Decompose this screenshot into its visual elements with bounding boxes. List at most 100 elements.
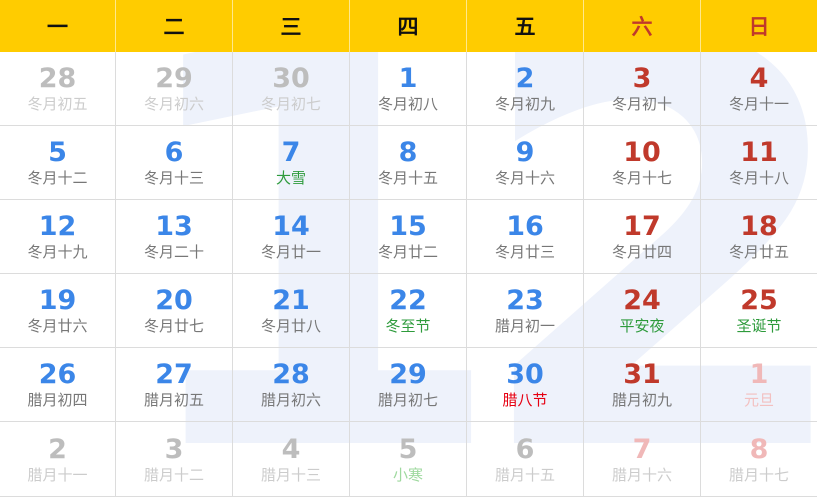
day-number: 7 — [632, 433, 652, 465]
day-cell[interactable]: 16 冬月廿三 — [467, 200, 584, 274]
day-cell[interactable]: 14 冬月廿一 — [233, 200, 350, 274]
day-cell[interactable]: 19 冬月廿六 — [0, 274, 116, 348]
lunar-date: 冬月廿八 — [260, 317, 321, 335]
day-number: 18 — [740, 211, 778, 242]
day-cell[interactable]: 26 腊月初四 — [0, 348, 116, 422]
day-number: 9 — [515, 137, 535, 168]
weekday-header-6: 六 — [584, 0, 701, 52]
day-number: 25 — [740, 285, 778, 316]
weekday-header-3: 三 — [233, 0, 350, 52]
day-number: 6 — [515, 433, 535, 465]
lunar-date: 冬月十二 — [27, 169, 88, 187]
lunar-date: 腊月十三 — [260, 465, 321, 484]
day-cell[interactable]: 15 冬月廿二 — [350, 200, 467, 274]
day-cell[interactable]: 8 腊月十七 — [701, 422, 817, 497]
day-number: 3 — [632, 63, 652, 94]
day-cell[interactable]: 11 冬月十八 — [701, 126, 817, 200]
day-cell[interactable]: 29 冬月初六 — [116, 52, 233, 126]
day-cell[interactable]: 5 小寒 — [350, 422, 467, 497]
day-number: 5 — [48, 137, 67, 168]
day-cell[interactable]: 1 元旦 — [701, 348, 817, 422]
day-cell[interactable]: 2 冬月初九 — [467, 52, 584, 126]
day-number: 22 — [389, 285, 427, 316]
lunar-date: 腊月十七 — [728, 465, 789, 484]
day-cell[interactable]: 5 冬月十二 — [0, 126, 116, 200]
day-number: 2 — [515, 63, 535, 94]
day-number: 14 — [272, 211, 310, 242]
day-number: 6 — [164, 137, 184, 168]
lunar-date: 腊月十二 — [143, 465, 204, 484]
day-cell[interactable]: 29 腊月初七 — [350, 348, 467, 422]
weekday-header-1: 一 — [0, 0, 116, 52]
day-number: 29 — [155, 63, 193, 94]
day-cell[interactable]: 7 大雪 — [233, 126, 350, 200]
day-cell[interactable]: 4 冬月十一 — [701, 52, 817, 126]
lunar-date: 腊月十六 — [611, 465, 672, 484]
day-number: 17 — [623, 211, 661, 242]
lunar-date: 腊月初九 — [611, 391, 672, 409]
festival-label: 元旦 — [743, 391, 774, 409]
solar-term-label: 冬至节 — [385, 317, 431, 335]
day-number: 28 — [272, 359, 310, 390]
day-cell[interactable]: 3 腊月十二 — [116, 422, 233, 497]
solar-term-label: 大雪 — [275, 169, 306, 187]
weekday-header-7: 日 — [748, 15, 770, 39]
lunar-date: 腊月初一 — [494, 317, 555, 335]
day-cell[interactable]: 2 腊月十一 — [0, 422, 116, 497]
day-cell[interactable]: 6 腊月十五 — [467, 422, 584, 497]
month-calendar: 12 一二三四五六日 28 冬月初五 29 冬月初六 30 冬月初七 1 冬月初八 2 冬月初九 3… — [0, 0, 817, 497]
day-cell[interactable]: 12 冬月十九 — [0, 200, 116, 274]
day-cell[interactable]: 31 腊月初九 — [584, 348, 701, 422]
solar-term-label: 平安夜 — [619, 317, 665, 335]
day-cell[interactable]: 22 冬至节 — [350, 274, 467, 348]
day-cell[interactable]: 13 冬月二十 — [116, 200, 233, 274]
day-cell[interactable]: 6 冬月十三 — [116, 126, 233, 200]
day-cell[interactable]: 10 冬月十七 — [584, 126, 701, 200]
day-cell[interactable]: 30 冬月初七 — [233, 52, 350, 126]
day-cell[interactable]: 25 圣诞节 — [701, 274, 817, 348]
day-number: 11 — [740, 137, 778, 168]
day-cell[interactable]: 27 腊月初五 — [116, 348, 233, 422]
lunar-date: 冬月十九 — [27, 243, 88, 261]
lunar-date: 冬月十七 — [611, 169, 672, 187]
day-number: 15 — [389, 211, 427, 242]
day-number: 26 — [38, 359, 77, 390]
day-cell[interactable]: 28 腊月初六 — [233, 348, 350, 422]
day-number: 4 — [749, 63, 769, 94]
lunar-date: 冬月初八 — [377, 95, 438, 113]
day-number: 1 — [749, 359, 769, 390]
day-cell[interactable]: 17 冬月廿四 — [584, 200, 701, 274]
day-cell[interactable]: 30 腊八节 — [467, 348, 584, 422]
day-cell[interactable]: 3 冬月初十 — [584, 52, 701, 126]
day-number: 31 — [623, 359, 661, 390]
lunar-date: 冬月初七 — [260, 95, 321, 113]
day-number: 12 — [38, 211, 77, 242]
day-cell[interactable]: 7 腊月十六 — [584, 422, 701, 497]
day-cell[interactable]: 1 冬月初八 — [350, 52, 467, 126]
lunar-date: 冬月二十 — [143, 243, 204, 261]
day-cell[interactable]: 18 冬月廿五 — [701, 200, 817, 274]
lunar-date: 冬月廿二 — [377, 243, 438, 261]
day-cell[interactable]: 9 冬月十六 — [467, 126, 584, 200]
lunar-date: 冬月初六 — [143, 95, 204, 113]
lunar-date: 冬月初十 — [611, 95, 672, 113]
day-grid: 28 冬月初五 29 冬月初六 30 冬月初七 1 冬月初八 2 冬月初九 3 冬月初十 4 冬月十一 5 冬… — [0, 52, 817, 497]
day-cell[interactable]: 20 冬月廿七 — [116, 274, 233, 348]
day-cell[interactable]: 8 冬月十五 — [350, 126, 467, 200]
day-number: 16 — [506, 211, 544, 242]
day-number: 8 — [749, 433, 769, 465]
day-cell[interactable]: 24 平安夜 — [584, 274, 701, 348]
lunar-date: 冬月十八 — [728, 169, 789, 187]
day-number: 24 — [623, 285, 661, 316]
day-cell[interactable]: 21 冬月廿八 — [233, 274, 350, 348]
weekday-header-2: 二 — [116, 0, 233, 52]
day-cell[interactable]: 28 冬月初五 — [0, 52, 116, 126]
day-number: 8 — [398, 137, 418, 168]
day-number: 2 — [48, 433, 67, 465]
day-cell[interactable]: 4 腊月十三 — [233, 422, 350, 497]
lunar-date: 腊月十五 — [494, 465, 555, 484]
day-cell[interactable]: 23 腊月初一 — [467, 274, 584, 348]
day-number: 28 — [38, 63, 77, 94]
day-number: 21 — [272, 285, 310, 316]
solar-term-label: 小寒 — [392, 465, 423, 484]
